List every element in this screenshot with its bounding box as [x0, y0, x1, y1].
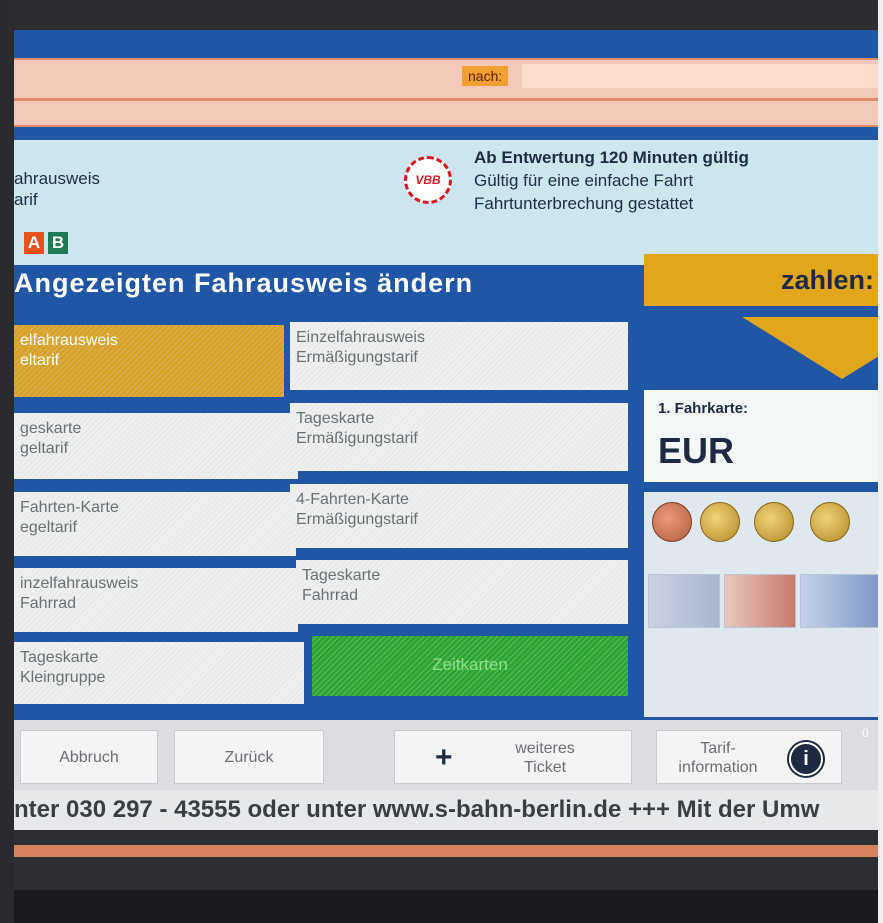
ticket-label-line2: egeltarif	[20, 519, 77, 536]
ticket-label-line2: Ermäßigungstarif	[296, 430, 418, 447]
add-ticket-button[interactable]: + weiteres Ticket	[394, 730, 632, 784]
ticket-einzelfahrausweis-ermaessigungstarif[interactable]: Einzelfahrausweis Ermäßigungstarif	[290, 322, 628, 390]
coin-10-cent-icon	[700, 502, 740, 542]
tariff-information-button[interactable]: Tarif- information i	[656, 730, 842, 784]
add-ticket-label-line1: weiteres	[515, 740, 575, 757]
screen-bottom-strip	[14, 830, 878, 890]
news-ticker: nter 030 297 - 43555 oder unter www.s-ba…	[14, 790, 878, 830]
zeitkarten-button[interactable]: Zeitkarten	[312, 636, 628, 696]
ticket-label-line2: geltarif	[20, 440, 69, 457]
ticket-tageskarte-fahrrad[interactable]: Tageskarte Fahrrad	[296, 560, 628, 624]
device-bezel-left	[0, 0, 14, 923]
add-ticket-label-line2: Ticket	[523, 759, 567, 776]
tariff-info-label-line1: Tarif-	[700, 740, 736, 757]
ticket-label-line1: Tageskarte	[296, 410, 375, 427]
ticket-tageskarte-kleingruppe[interactable]: Tageskarte Kleingruppe	[14, 642, 304, 704]
ticket-label-line2: Kleingruppe	[20, 669, 106, 686]
vbb-logo: VBB	[404, 156, 452, 204]
ticket-label-line2: Ermäßigungstarif	[296, 349, 418, 366]
validity-line2: Gültig für eine einfache Fahrt	[474, 171, 694, 190]
fare-label: 1. Fahrkarte:	[658, 400, 749, 417]
validity-line1: Ab Entwertung 120 Minuten gültig	[474, 148, 749, 167]
device-bezel-top	[0, 0, 883, 32]
banknote-20-icon	[800, 574, 878, 628]
ticket-label-line1: Einzelfahrausweis	[296, 329, 425, 346]
pay-arrow-icon	[742, 317, 878, 379]
ticket-label-line1: geskarte	[20, 420, 82, 437]
coin-5-cent-icon	[652, 502, 692, 542]
ticket-label-line1: Tageskarte	[20, 649, 99, 666]
ticket-tageskarte-ermaessigungstarif[interactable]: Tageskarte Ermäßigungstarif	[290, 403, 628, 471]
edge-indicator: 0	[862, 726, 869, 740]
validity-text: Ab Entwertung 120 Minuten gültig Gültig …	[474, 146, 749, 215]
destination-bar: nach:	[14, 58, 878, 127]
ticket-name-line1: ahrausweis	[14, 169, 100, 188]
ticket-label-line1: elfahrausweis	[20, 332, 118, 349]
banknote-5-icon	[648, 574, 720, 628]
banknote-10-icon	[724, 574, 796, 628]
pay-button[interactable]: zahlen:	[644, 254, 878, 306]
zone-a-badge: A	[24, 232, 44, 254]
ticket-tageskarte-regeltarif[interactable]: geskarte geltarif	[14, 413, 298, 479]
ticket-label-line1: Fahrten-Karte	[20, 499, 119, 516]
ticket-label-line2: eltarif	[20, 352, 60, 369]
plus-icon: +	[435, 741, 453, 774]
destination-field[interactable]	[522, 64, 878, 88]
fare-currency: EUR	[658, 430, 735, 471]
destination-divider	[14, 98, 878, 101]
ticket-4-fahrten-karte-ermaessigungstarif[interactable]: 4-Fahrten-Karte Ermäßigungstarif	[290, 484, 628, 548]
tariff-info-label-line2: information	[678, 759, 758, 776]
bottom-action-bar: Abbruch Zurück + weiteres Ticket Tarif- …	[14, 720, 878, 790]
coin-20-cent-icon	[754, 502, 794, 542]
cancel-button[interactable]: Abbruch	[20, 730, 158, 784]
photo-edge-right	[878, 0, 883, 923]
change-ticket-title: Angezeigten Fahrausweis ändern	[14, 268, 474, 298]
accepted-money-panel	[644, 492, 878, 717]
ticket-info-panel: ahrausweis arif A B VBB Ab Entwertung 12…	[14, 140, 878, 265]
tariff-info-label: Tarif- information	[663, 739, 773, 777]
ticket-label-line1: 4-Fahrten-Karte	[296, 491, 409, 508]
device-orange-edge	[14, 845, 878, 857]
vbb-logo-text: VBB	[415, 173, 441, 187]
ticket-machine-screen: nach: ahrausweis arif A B VBB Ab Entwert…	[14, 30, 878, 890]
add-ticket-label: weiteres Ticket	[485, 739, 605, 777]
ticket-4-fahrten-karte-regeltarif[interactable]: Fahrten-Karte egeltarif	[14, 492, 296, 556]
zone-b-badge: B	[48, 232, 68, 254]
ticket-name: ahrausweis arif	[14, 168, 100, 210]
ticket-einzelfahrausweis-fahrrad[interactable]: inzelfahrausweis Fahrrad	[14, 568, 298, 632]
ticket-einzelfahrausweis-regeltarif[interactable]: elfahrausweis eltarif	[14, 325, 284, 397]
coin-50-cent-icon	[810, 502, 850, 542]
validity-line3: Fahrtunterbrechung gestattet	[474, 194, 694, 213]
ticket-label-line2: Fahrrad	[20, 595, 77, 612]
ticket-label-line2: Ermäßigungstarif	[296, 511, 418, 528]
fare-panel: 1. Fahrkarte: EUR	[644, 390, 878, 482]
destination-label: nach:	[462, 66, 509, 86]
ticket-name-line2: arif	[14, 190, 38, 209]
back-button[interactable]: Zurück	[174, 730, 324, 784]
ticket-label-line1: Tageskarte	[302, 567, 381, 584]
info-icon: i	[789, 742, 823, 776]
ticket-label-line1: inzelfahrausweis	[20, 575, 139, 592]
ticket-label-line2: Fahrrad	[302, 587, 359, 604]
